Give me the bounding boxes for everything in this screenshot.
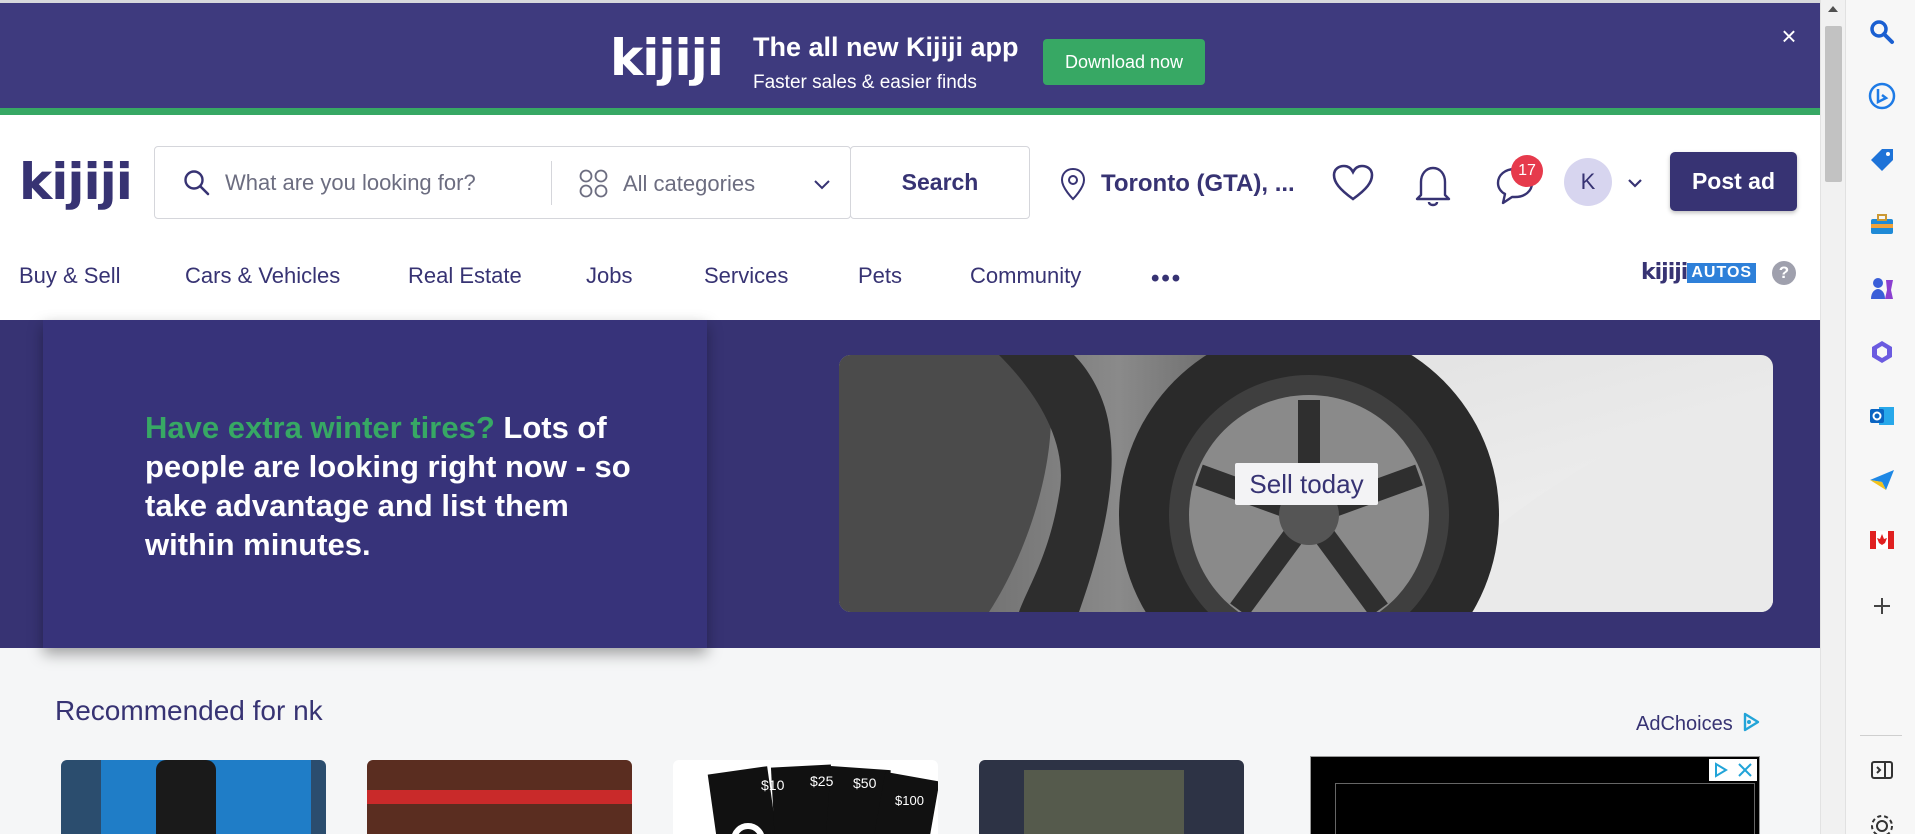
hero-section: Have extra winter tires? Lots of people … [0, 320, 1820, 648]
price-tag: $10 [761, 777, 785, 793]
page: kijiji The all new Kijiji app Faster sal… [0, 0, 1820, 834]
banner-accent-line [0, 108, 1820, 115]
search-bar: All categories [154, 146, 851, 219]
close-icon[interactable]: × [1776, 23, 1802, 49]
site-header: kijiji All categories Search [0, 115, 1820, 320]
banner-title: The all new Kijiji app [753, 32, 1019, 62]
message-count-badge: 17 [1511, 155, 1543, 187]
banner-kijiji-logo: kijiji [610, 29, 724, 87]
add-icon[interactable] [1868, 592, 1896, 620]
browser-sidebar [1845, 0, 1915, 834]
banner-logo-text: kijiji [610, 29, 724, 87]
scrollbar-thumb[interactable] [1825, 26, 1842, 182]
promo-highlight: Have extra winter tires? [145, 410, 495, 445]
ad-content [1335, 783, 1755, 834]
location-selector[interactable]: Toronto (GTA), ... [1101, 170, 1295, 198]
nav-item-services[interactable]: Services [704, 263, 788, 289]
advertisement[interactable] [1310, 756, 1760, 834]
search-icon [184, 170, 210, 196]
bell-icon[interactable] [1413, 163, 1453, 207]
listing-card[interactable] [367, 760, 632, 834]
autos-logo-kijiji: kijiji [1641, 260, 1688, 285]
ad-close-controls[interactable] [1709, 759, 1757, 781]
sidebar-divider [1860, 735, 1902, 736]
listing-card[interactable] [979, 760, 1244, 834]
search-button[interactable]: Search [850, 146, 1030, 219]
canada-flag-icon[interactable] [1868, 526, 1896, 554]
category-select[interactable]: All categories [623, 171, 755, 197]
nav-item-jobs[interactable]: Jobs [586, 263, 632, 289]
listing-thumbnail-product [156, 760, 216, 834]
nav-item-cars-vehicles[interactable]: Cars & Vehicles [185, 263, 340, 289]
promo-text: Have extra winter tires? Lots of people … [145, 408, 645, 564]
post-ad-button[interactable]: Post ad [1670, 152, 1797, 211]
nav-item-pets[interactable]: Pets [858, 263, 902, 289]
download-now-button[interactable]: Download now [1043, 39, 1205, 85]
adchoices-icon[interactable] [1741, 712, 1761, 732]
games-icon[interactable] [1868, 274, 1896, 302]
split-window-icon[interactable] [1868, 756, 1896, 784]
listing-card[interactable]: $10 $25 $50 $100 [673, 760, 938, 834]
nav-item-real-estate[interactable]: Real Estate [408, 263, 522, 289]
price-tag: $50 [853, 775, 877, 791]
nav-item-buy-sell[interactable]: Buy & Sell [19, 263, 121, 289]
avatar[interactable]: K [1564, 158, 1612, 206]
app-download-banner: kijiji The all new Kijiji app Faster sal… [0, 0, 1820, 115]
gear-icon[interactable] [1868, 812, 1896, 834]
gift-card-thumbnail: $10 $25 $50 $100 [707, 764, 938, 834]
scroll-up-arrow-icon[interactable] [1828, 6, 1838, 12]
location-pin-icon[interactable] [1058, 167, 1088, 201]
nav-item-community[interactable]: Community [970, 263, 1081, 289]
send-icon[interactable] [1868, 466, 1896, 494]
price-tag: $25 [810, 773, 834, 789]
toolbox-icon[interactable] [1868, 210, 1896, 238]
autos-logo-autos: AUTOS [1687, 262, 1757, 283]
page-scrollbar[interactable] [1820, 0, 1845, 834]
sell-today-button[interactable]: Sell today [1235, 463, 1378, 505]
search-icon[interactable] [1868, 18, 1896, 46]
chevron-down-icon[interactable] [811, 173, 833, 195]
banner-subtitle: Faster sales & easier finds [753, 72, 977, 93]
kijiji-autos-logo[interactable]: kijiji AUTOS [1641, 260, 1757, 286]
kijiji-logo[interactable]: kijiji [19, 153, 133, 211]
adchoices-link[interactable]: AdChoices [1636, 713, 1733, 736]
more-icon[interactable]: ••• [1151, 265, 1182, 293]
listing-thumbnail [367, 790, 632, 804]
listing-thumbnail [1024, 770, 1184, 834]
ad-close-icon[interactable] [1709, 759, 1757, 781]
microsoft-365-icon[interactable] [1868, 338, 1896, 366]
price-tag: $100 [895, 793, 924, 808]
chevron-down-icon[interactable] [1625, 173, 1645, 193]
header-logo-text: kijiji [19, 153, 133, 211]
bing-copilot-icon[interactable] [1868, 82, 1896, 110]
heart-icon[interactable] [1331, 163, 1375, 203]
category-nav: Buy & Sell Cars & Vehicles Real Estate J… [0, 263, 1820, 313]
outlook-icon[interactable] [1868, 402, 1896, 430]
recommended-title: Recommended for nk [55, 695, 323, 726]
search-input[interactable] [225, 159, 535, 207]
shopping-tag-icon[interactable] [1868, 146, 1896, 174]
promo-card: Have extra winter tires? Lots of people … [43, 320, 707, 648]
help-icon[interactable]: ? [1772, 261, 1796, 285]
search-divider [551, 161, 552, 205]
listing-card[interactable] [61, 760, 326, 834]
categories-grid-icon [579, 169, 608, 198]
